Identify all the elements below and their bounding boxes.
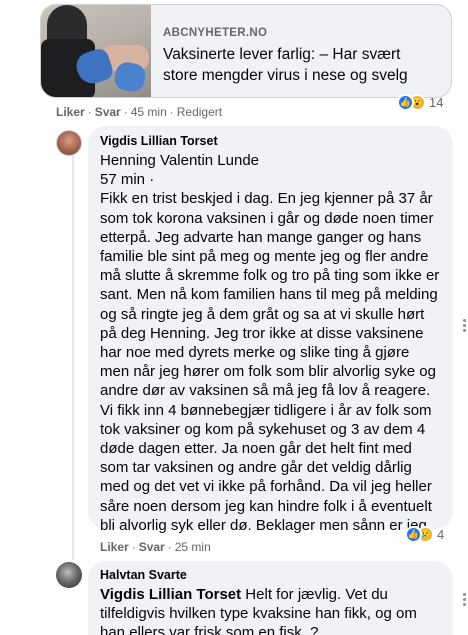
like-reaction-icon: 👍 [397,94,414,111]
thread-line [72,155,74,560]
like-button[interactable]: Liker [100,540,129,554]
timestamp[interactable]: 45 min [131,105,167,119]
comment-actions: Liker · Svar · 25 min [100,540,211,554]
link-preview-image [41,5,151,97]
more-options-icon[interactable] [461,593,467,606]
more-options-icon[interactable] [461,319,467,332]
comment-author[interactable]: Halvtan Svarte [100,568,441,582]
avatar[interactable] [56,130,82,156]
comment-text: Henning Valentin Lunde 57 min · Fikk en … [100,152,440,534]
reactions-summary[interactable]: 👍 😢 4 [405,526,444,543]
reaction-count: 14 [429,95,444,110]
comment-text: Vigdis Lillian Torset Helt for jævlig. V… [100,585,441,635]
mention-link[interactable]: Vigdis Lillian Torset [100,586,241,603]
reactions-summary[interactable]: 👍 😮 14 [397,94,443,111]
timestamp[interactable]: 25 min [175,540,211,554]
comment-bubble: Halvtan Svarte Vigdis Lillian Torset Hel… [88,561,453,635]
reaction-count: 4 [437,527,445,542]
reply-button[interactable]: Svar [95,105,121,119]
link-domain: ABCNYHETER.NO [163,27,268,39]
like-button[interactable]: Liker [56,105,85,119]
link-title: Vaksinerte lever farlig: – Har svært sto… [163,46,408,84]
post-actions: Liker · Svar · 45 min · Redigert [56,105,223,119]
link-preview-card[interactable]: ABCNYHETER.NO Vaksinerte lever farlig: –… [40,4,452,98]
like-reaction-icon: 👍 [405,526,422,543]
comment-author[interactable]: Vigdis Lillian Torset [100,134,441,148]
reply-button[interactable]: Svar [139,540,165,554]
comment-bubble: Vigdis Lillian Torset Henning Valentin L… [88,126,453,534]
avatar[interactable] [56,562,82,588]
edited-label: Redigert [176,105,223,119]
